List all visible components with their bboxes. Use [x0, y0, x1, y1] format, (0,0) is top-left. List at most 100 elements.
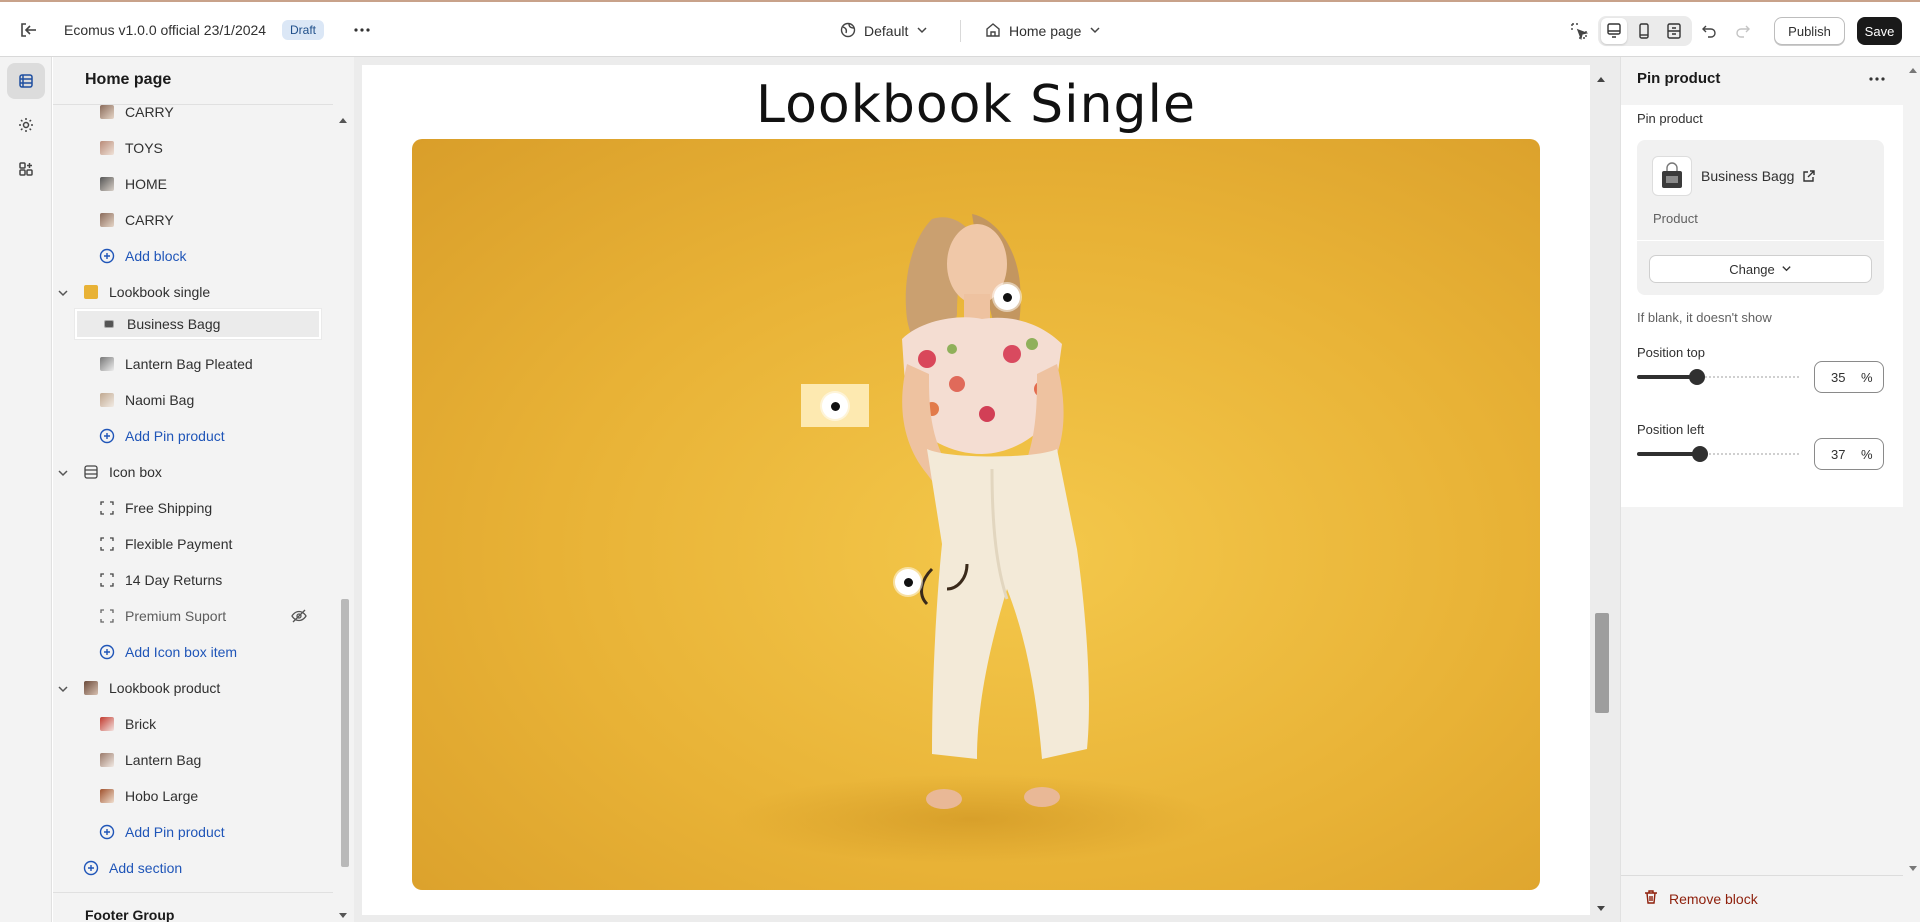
- footer-group-title[interactable]: Footer Group: [85, 907, 174, 922]
- exit-icon[interactable]: [16, 18, 40, 42]
- tree-item-label: Brick: [125, 716, 157, 732]
- undo-icon[interactable]: [1696, 18, 1722, 44]
- lookbook-heading[interactable]: Lookbook Single: [362, 75, 1590, 135]
- apps-icon[interactable]: [7, 151, 45, 187]
- lookbook-image[interactable]: [412, 139, 1540, 890]
- scroll-down-arrow-icon[interactable]: [338, 907, 348, 922]
- block-free-shipping[interactable]: Free Shipping: [99, 493, 212, 523]
- section-lookbook-product[interactable]: Lookbook product: [83, 673, 220, 703]
- external-link-icon[interactable]: [1802, 170, 1815, 186]
- settings-scrollbar[interactable]: [1903, 57, 1920, 922]
- tree-item-label: Icon box: [109, 464, 162, 480]
- icon-rail: [0, 57, 52, 922]
- product-name-link[interactable]: Business Bagg: [1701, 168, 1815, 186]
- slider-knob[interactable]: [1692, 446, 1709, 462]
- chevron-down-icon[interactable]: [57, 682, 69, 694]
- eye-hidden-icon[interactable]: [291, 608, 307, 627]
- position-left-slider[interactable]: [1637, 446, 1799, 462]
- page-title: Home page: [85, 71, 172, 88]
- settings-gear-icon[interactable]: [7, 107, 45, 143]
- page-selector[interactable]: Home page: [985, 18, 1101, 44]
- add-pin-product-button[interactable]: Add Pin product: [99, 421, 225, 451]
- status-badge: Draft: [282, 20, 325, 40]
- icon-box-section-icon: [83, 464, 99, 480]
- remove-block-button[interactable]: Remove block: [1643, 889, 1758, 908]
- scroll-up-arrow-icon[interactable]: [1908, 61, 1918, 79]
- inspector-icon[interactable]: [1566, 18, 1592, 44]
- full-width-view-icon[interactable]: [1661, 18, 1687, 44]
- block-hobo-large[interactable]: Hobo Large: [99, 781, 198, 811]
- section-icon-box[interactable]: Icon box: [83, 457, 162, 487]
- block-carry[interactable]: CARRY: [99, 97, 174, 127]
- position-top-input[interactable]: 35 %: [1814, 361, 1884, 393]
- section-image-icon: [83, 680, 99, 696]
- tree-scrollbar-thumb[interactable]: [341, 599, 349, 867]
- divider: [53, 104, 333, 105]
- top-bar: Ecomus v1.0.0 official 23/1/2024 Draft D…: [0, 0, 1920, 57]
- position-left-label: Position left: [1637, 422, 1705, 437]
- theme-selector[interactable]: Default: [840, 18, 928, 44]
- position-top-slider[interactable]: [1637, 369, 1799, 385]
- position-left-value: 37: [1831, 447, 1846, 462]
- tree-item-label: Premium Suport: [125, 608, 227, 624]
- add-block-label: Add block: [125, 248, 187, 264]
- bag-icon: [1662, 162, 1682, 188]
- product-thumbnail-icon: [99, 140, 115, 156]
- more-options-icon[interactable]: [1865, 67, 1889, 91]
- block-settings-panel: Pin product Pin product Business Bagg Pr…: [1620, 57, 1920, 922]
- hotspot-pin-naomi-bag[interactable]: [895, 569, 921, 595]
- position-top-value: 35: [1831, 370, 1846, 385]
- divider: [1621, 875, 1903, 876]
- redo-icon[interactable]: [1730, 18, 1756, 44]
- section-lookbook-single[interactable]: Lookbook single: [83, 277, 210, 307]
- scroll-down-arrow-icon[interactable]: [1908, 860, 1918, 878]
- block-business-bagg[interactable]: Business Bagg: [75, 309, 321, 339]
- canvas-scrollbar[interactable]: [1590, 65, 1612, 915]
- tree-item-label: Hobo Large: [125, 788, 199, 804]
- theme-label: Default: [864, 23, 909, 39]
- hotspot-pin-lantern-bag-pleated[interactable]: [994, 284, 1020, 310]
- chevron-down-icon[interactable]: [57, 286, 69, 298]
- page-label: Home page: [1009, 23, 1082, 39]
- tree-item-label: CARRY: [125, 212, 174, 228]
- block-home[interactable]: HOME: [99, 169, 167, 199]
- section-tree-panel: Home page CARRY TOYS HOME CARRY Add bloc…: [53, 57, 354, 922]
- save-button[interactable]: Save: [1857, 17, 1902, 45]
- more-options-icon[interactable]: [350, 18, 374, 42]
- canvas-scrollbar-thumb[interactable]: [1595, 613, 1609, 713]
- hotspot-pin-business-bagg[interactable]: [822, 393, 848, 419]
- add-section-button[interactable]: Add section: [83, 853, 182, 883]
- add-icon-box-item-button[interactable]: Add Icon box item: [99, 637, 237, 667]
- block-flexible-payment[interactable]: Flexible Payment: [99, 529, 232, 559]
- position-top-label: Position top: [1637, 345, 1705, 360]
- chevron-down-icon[interactable]: [57, 466, 69, 478]
- tree-scrollbar[interactable]: [333, 107, 354, 922]
- scroll-down-arrow-icon[interactable]: [1596, 900, 1606, 918]
- block-lantern-bag[interactable]: Lantern Bag: [99, 745, 201, 775]
- dashed-square-icon: [99, 572, 115, 588]
- mobile-view-icon[interactable]: [1631, 18, 1657, 44]
- chevron-down-icon: [916, 23, 928, 39]
- block-premium-suport[interactable]: Premium Suport: [99, 601, 309, 631]
- block-carry-2[interactable]: CARRY: [99, 205, 174, 235]
- publish-button[interactable]: Publish: [1774, 17, 1845, 45]
- product-thumbnail-icon: [99, 104, 115, 120]
- block-brick[interactable]: Brick: [99, 709, 156, 739]
- preview-canvas: Lookbook Single: [354, 57, 1620, 922]
- add-block-button[interactable]: Add block: [99, 241, 186, 271]
- desktop-view-icon[interactable]: [1601, 18, 1627, 44]
- block-lantern-bag-pleated[interactable]: Lantern Bag Pleated: [99, 349, 253, 379]
- slider-knob[interactable]: [1689, 369, 1706, 385]
- scroll-up-arrow-icon[interactable]: [1596, 70, 1606, 88]
- slider-fill: [1637, 375, 1698, 379]
- block-naomi-bag[interactable]: Naomi Bag: [99, 385, 194, 415]
- block-toys[interactable]: TOYS: [99, 133, 163, 163]
- scroll-up-arrow-icon[interactable]: [338, 111, 348, 129]
- change-product-button[interactable]: Change: [1649, 255, 1872, 283]
- sections-icon[interactable]: [7, 63, 45, 99]
- position-left-input[interactable]: 37 %: [1814, 438, 1884, 470]
- theme-editor: Ecomus v1.0.0 official 23/1/2024 Draft D…: [0, 0, 1920, 922]
- block-14-day-returns[interactable]: 14 Day Returns: [99, 565, 222, 595]
- chevron-down-icon: [1781, 262, 1792, 277]
- add-pin-product-button[interactable]: Add Pin product: [99, 817, 225, 847]
